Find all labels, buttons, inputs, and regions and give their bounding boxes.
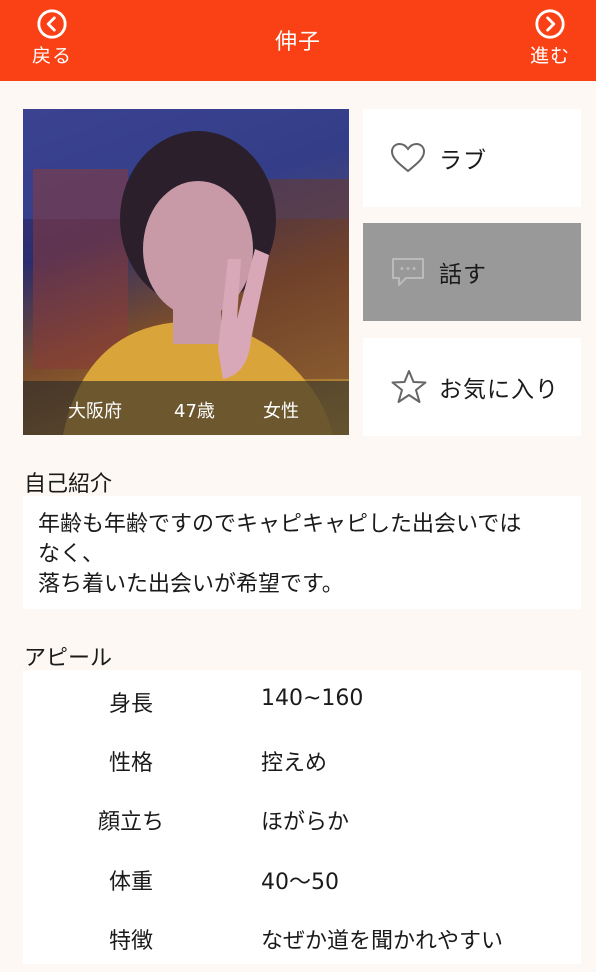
gender-label: 女性 bbox=[263, 401, 299, 422]
profile-photo[interactable]: 大阪府 47歳 女性 bbox=[23, 109, 349, 435]
page-title: 伸子 bbox=[274, 30, 321, 55]
appeal-value: 140~160 bbox=[261, 686, 364, 711]
appeal-row: 特徴 なぜか道を聞かれやすい bbox=[23, 923, 581, 954]
appeal-value: ほがらか bbox=[261, 810, 350, 835]
chevron-right-circle-icon bbox=[535, 9, 565, 39]
forward-button[interactable]: 進む bbox=[520, 8, 580, 68]
location-label: 大阪府 bbox=[68, 401, 122, 422]
intro-heading: 自己紹介 bbox=[24, 472, 113, 497]
heart-icon bbox=[390, 142, 426, 173]
appeal-key: 顔立ち bbox=[97, 810, 164, 835]
favorite-button[interactable]: お気に入り bbox=[363, 338, 581, 436]
appeal-heading: アピール bbox=[24, 646, 113, 671]
talk-button[interactable]: 話す bbox=[363, 223, 581, 321]
header-bar: 戻る 伸子 進む bbox=[0, 0, 596, 81]
forward-label: 進む bbox=[529, 45, 570, 67]
age-label: 47歳 bbox=[174, 401, 215, 422]
appeal-key: 体重 bbox=[108, 870, 153, 895]
appeal-value: 控えめ bbox=[261, 751, 328, 776]
star-icon bbox=[391, 370, 427, 403]
talk-label: 話す bbox=[439, 262, 487, 288]
appeal-value: 40〜50 bbox=[261, 870, 339, 895]
appeal-key: 特徴 bbox=[108, 929, 153, 954]
appeal-value: なぜか道を聞かれやすい bbox=[261, 929, 504, 954]
appeal-row: 体重 40〜50 bbox=[23, 864, 581, 895]
chat-bubble-icon bbox=[392, 258, 424, 286]
intro-text: 年齢も年齢ですのでキャピキャピした出会いでは なく、 落ち着いた出会いが希望です… bbox=[23, 496, 581, 609]
appeal-row: 顔立ち ほがらか bbox=[23, 804, 581, 835]
appeal-table: 身長 140~160 性格 控えめ 顔立ち ほがらか 体重 40〜50 特徴 な… bbox=[23, 670, 581, 964]
appeal-row: 身長 140~160 bbox=[23, 686, 581, 717]
love-button[interactable]: ラブ bbox=[363, 109, 581, 207]
photo-info-bar: 大阪府 47歳 女性 bbox=[23, 381, 349, 435]
appeal-row: 性格 控えめ bbox=[23, 745, 581, 776]
favorite-label: お気に入り bbox=[439, 377, 559, 403]
appeal-key: 性格 bbox=[108, 751, 153, 776]
appeal-key: 身長 bbox=[108, 692, 153, 717]
love-label: ラブ bbox=[439, 148, 487, 174]
